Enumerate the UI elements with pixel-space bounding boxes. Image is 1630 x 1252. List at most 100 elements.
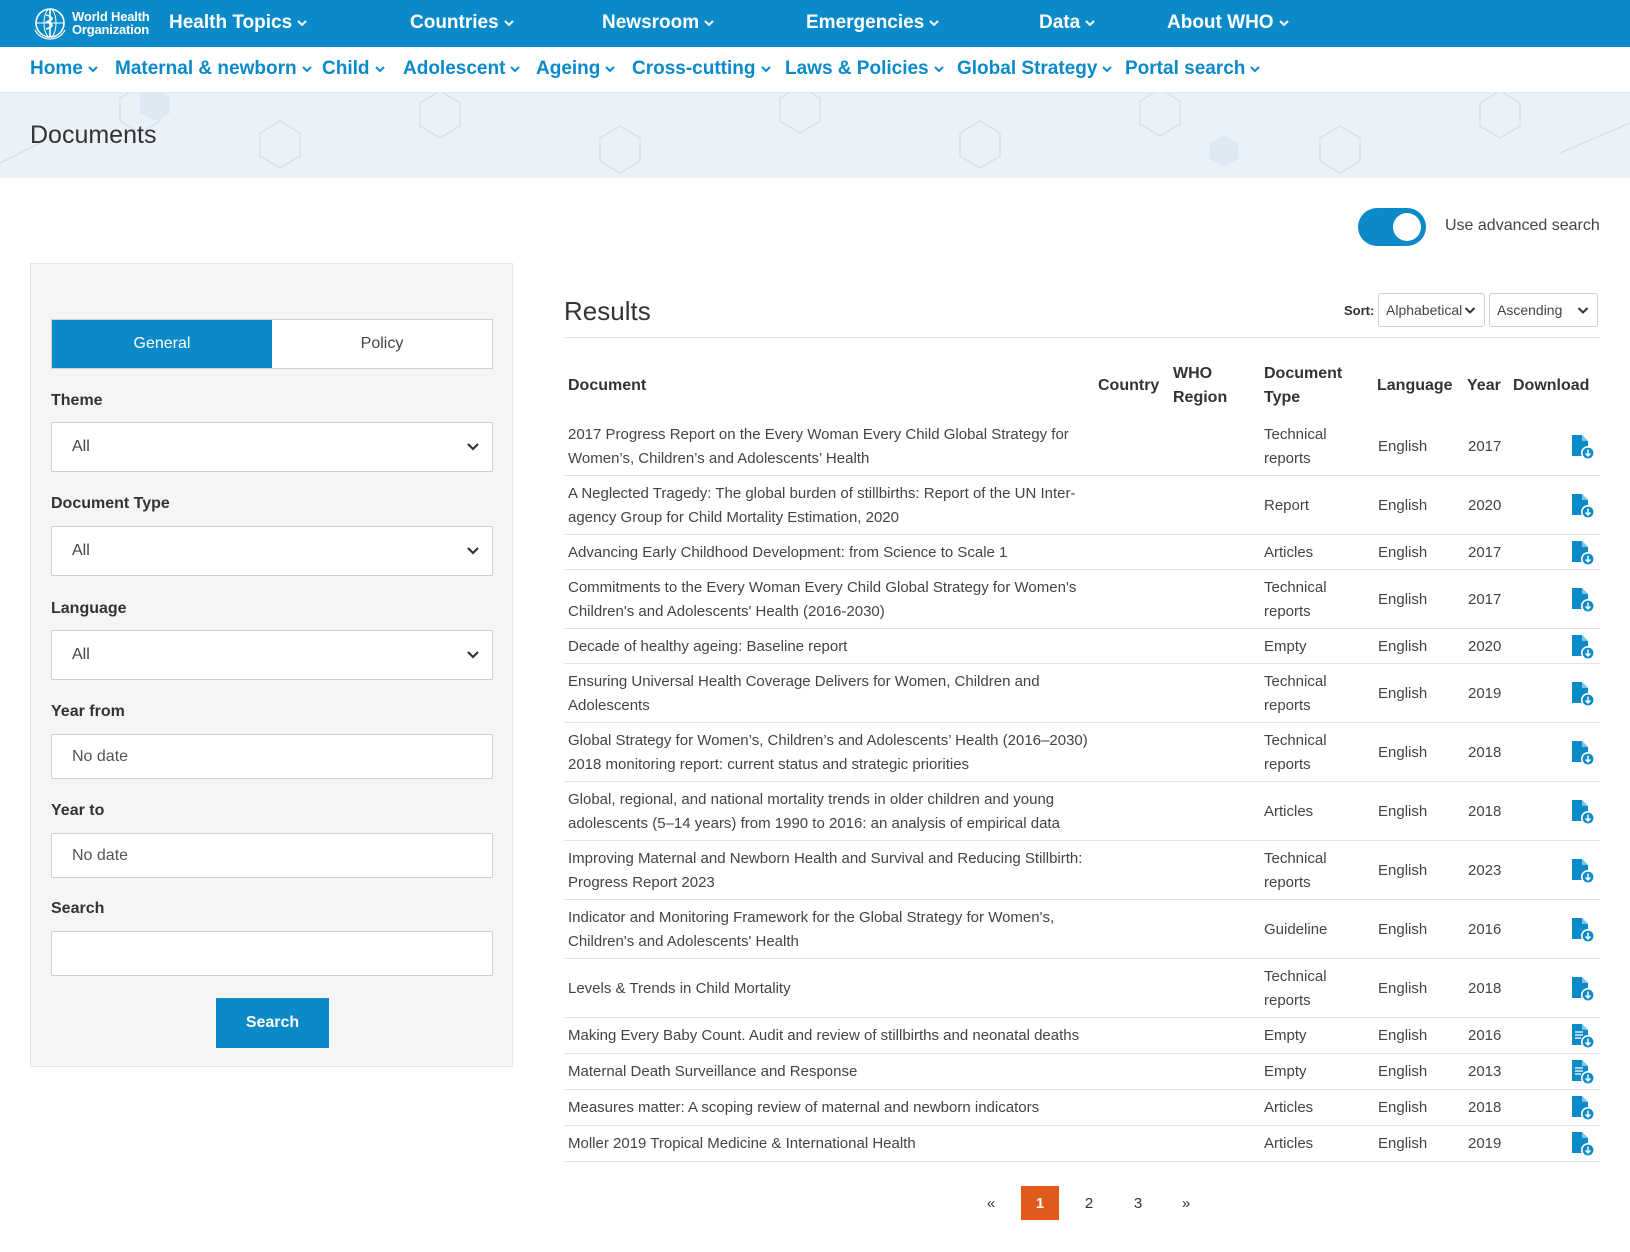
advanced-search-label: Use advanced search xyxy=(1445,217,1600,234)
file-download-icon[interactable] xyxy=(1571,587,1595,613)
document-title-line: 2018 monitoring report: current status a… xyxy=(568,756,970,773)
topnav-about-who[interactable]: About WHO xyxy=(1167,12,1290,34)
document-link[interactable]: 2017 Progress Report on the Every Woman … xyxy=(568,423,1088,471)
theme-select[interactable]: All xyxy=(51,422,493,472)
year-to-label: Year to xyxy=(51,802,105,819)
document-title-line: Indicator and Monitoring Framework for t… xyxy=(568,909,1055,926)
pagination-next[interactable]: » xyxy=(1173,1186,1199,1220)
sort-order-select[interactable]: Ascending xyxy=(1489,293,1598,327)
file-download-icon[interactable] xyxy=(1571,634,1595,660)
file-download-icon[interactable] xyxy=(1571,681,1595,707)
document-type-select[interactable]: All xyxy=(51,526,493,576)
document-title-line: Making Every Baby Count. Audit and revie… xyxy=(568,1027,1080,1044)
year-to-field[interactable]: No date xyxy=(51,833,493,878)
file-download-icon[interactable] xyxy=(1571,740,1595,766)
year-from-field[interactable]: No date xyxy=(51,734,493,779)
document-link[interactable]: Global, regional, and national mortality… xyxy=(568,788,1088,836)
file-download-icon[interactable] xyxy=(1571,1131,1595,1157)
column-header-language[interactable]: Language xyxy=(1377,374,1453,398)
subnav-laws-policies[interactable]: Laws & Policies xyxy=(785,58,945,80)
document-link[interactable]: Improving Maternal and Newborn Health an… xyxy=(568,847,1088,895)
language-cell: English xyxy=(1378,803,1428,820)
column-header-document[interactable]: Document xyxy=(568,374,646,398)
sort-label: Sort: xyxy=(1344,303,1375,318)
subnav-home[interactable]: Home xyxy=(30,58,99,80)
subnav-global-strategy[interactable]: Global Strategy xyxy=(957,58,1113,80)
subnav-ageing[interactable]: Ageing xyxy=(536,58,616,80)
document-title-line: Children's and Adolescents' Health (2016… xyxy=(568,603,885,620)
document-title-line: Advancing Early Childhood Development: f… xyxy=(568,544,1008,561)
document-type-value: All xyxy=(72,542,90,559)
document-link[interactable]: Moller 2019 Tropical Medicine & Internat… xyxy=(568,1132,1088,1156)
document-link[interactable]: A Neglected Tragedy: The global burden o… xyxy=(568,482,1088,530)
language-cell: English xyxy=(1378,921,1428,938)
language-cell: English xyxy=(1378,744,1428,761)
file-download-icon[interactable] xyxy=(1571,799,1595,825)
document-link[interactable]: Levels & Trends in Child Mortality xyxy=(568,977,1088,1001)
document-type-line: Empty xyxy=(1264,638,1307,655)
document-link[interactable]: Ensuring Universal Health Coverage Deliv… xyxy=(568,670,1088,718)
chevron-down-icon xyxy=(301,66,312,73)
document-link[interactable]: Measures matter: A scoping review of mat… xyxy=(568,1096,1088,1120)
topnav-newsroom[interactable]: Newsroom xyxy=(602,12,715,34)
file-download-icon[interactable] xyxy=(1571,858,1595,884)
document-title-line: Progress Report 2023 xyxy=(568,874,715,891)
chevron-down-icon xyxy=(1085,20,1095,27)
subnav-portal-search[interactable]: Portal search xyxy=(1125,58,1261,80)
subnav-cross-cutting[interactable]: Cross-cutting xyxy=(632,58,772,80)
document-link[interactable]: Advancing Early Childhood Development: f… xyxy=(568,541,1088,565)
subnav-adolescent[interactable]: Adolescent xyxy=(403,58,521,80)
document-link[interactable]: Indicator and Monitoring Framework for t… xyxy=(568,906,1088,954)
topnav-health-topics[interactable]: Health Topics xyxy=(169,12,308,34)
pagination-prev[interactable]: « xyxy=(978,1186,1004,1220)
topnav-data[interactable]: Data xyxy=(1039,12,1096,34)
tab-general[interactable]: General xyxy=(52,320,272,368)
document-link[interactable]: Making Every Baby Count. Audit and revie… xyxy=(568,1024,1088,1048)
theme-value: All xyxy=(72,438,90,455)
document-link[interactable]: Global Strategy for Women’s, Children’s … xyxy=(568,729,1088,777)
document-type-line: reports xyxy=(1264,697,1311,714)
document-type-line: Articles xyxy=(1264,544,1314,561)
tab-policy[interactable]: Policy xyxy=(272,320,492,368)
advanced-search-toggle[interactable] xyxy=(1358,208,1426,246)
pagination-page-2[interactable]: 2 xyxy=(1074,1186,1104,1220)
year-cell: 2018 xyxy=(1468,1099,1502,1116)
topnav-emergencies[interactable]: Emergencies xyxy=(806,12,940,34)
file-download-icon[interactable] xyxy=(1571,434,1595,460)
document-type-cell: Technical reports xyxy=(1264,423,1364,471)
language-cell: English xyxy=(1378,438,1428,455)
language-cell: English xyxy=(1378,1063,1428,1080)
who-logo[interactable]: World Health Organization xyxy=(32,6,150,40)
subnav-maternal-newborn[interactable]: Maternal & newborn xyxy=(115,58,313,80)
column-header-document-type[interactable]: Document Type xyxy=(1264,362,1342,410)
pagination-page-1[interactable]: 1 xyxy=(1021,1186,1059,1220)
search-button[interactable]: Search xyxy=(216,998,329,1048)
text-file-download-icon[interactable] xyxy=(1571,1023,1595,1049)
file-download-icon[interactable] xyxy=(1571,976,1595,1002)
file-download-icon[interactable] xyxy=(1571,917,1595,943)
document-type-cell: Empty xyxy=(1264,1024,1364,1048)
column-header-who-region[interactable]: WHO Region xyxy=(1173,362,1227,410)
chevron-down-icon xyxy=(1278,20,1289,27)
year-cell: 2023 xyxy=(1468,862,1502,879)
document-type-cell: Articles xyxy=(1264,800,1364,824)
subnav-child[interactable]: Child xyxy=(322,58,386,80)
document-link[interactable]: Maternal Death Surveillance and Response xyxy=(568,1060,1088,1084)
file-download-icon[interactable] xyxy=(1571,1095,1595,1121)
document-type-line: reports xyxy=(1264,603,1311,620)
language-select[interactable]: All xyxy=(51,630,493,680)
page-banner: Documents xyxy=(0,93,1630,178)
file-download-icon[interactable] xyxy=(1571,493,1595,519)
search-input[interactable] xyxy=(51,931,493,976)
column-header-country[interactable]: Country xyxy=(1098,374,1159,398)
file-download-icon[interactable] xyxy=(1571,540,1595,566)
document-link[interactable]: Commitments to the Every Woman Every Chi… xyxy=(568,576,1088,624)
document-type-cell: Technical reports xyxy=(1264,965,1364,1013)
text-file-download-icon[interactable] xyxy=(1571,1059,1595,1085)
sort-field-select[interactable]: Alphabetical xyxy=(1378,293,1485,327)
pagination-page-3[interactable]: 3 xyxy=(1123,1186,1153,1220)
topnav-countries[interactable]: Countries xyxy=(410,12,515,34)
language-cell: English xyxy=(1378,980,1428,997)
document-link[interactable]: Decade of healthy ageing: Baseline repor… xyxy=(568,635,1088,659)
column-header-year[interactable]: Year xyxy=(1467,374,1501,398)
